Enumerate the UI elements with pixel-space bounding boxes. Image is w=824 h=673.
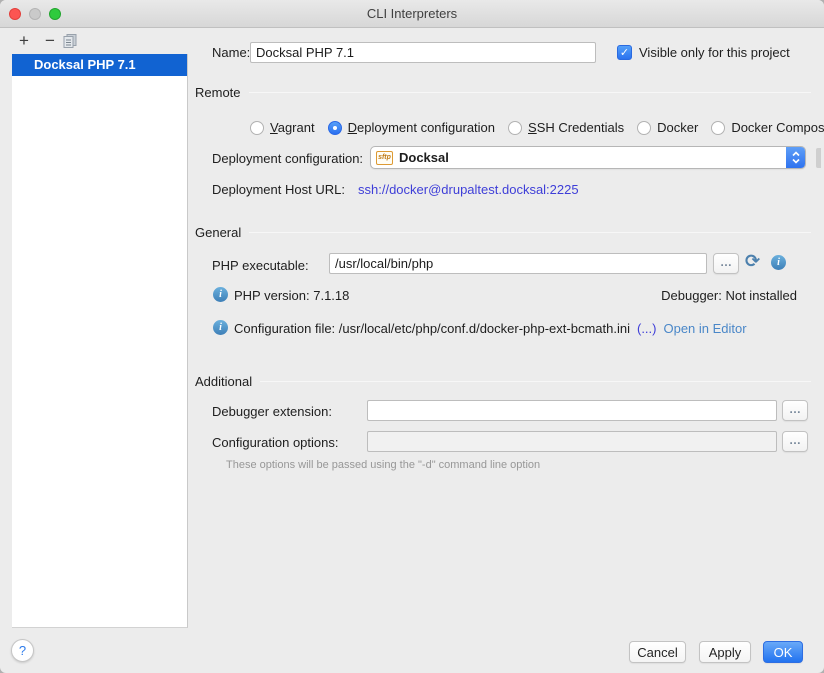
php-version-text: PHP version: 7.1.18 xyxy=(234,288,349,303)
section-additional-label: Additional xyxy=(195,374,252,389)
titlebar: CLI Interpreters xyxy=(0,0,824,28)
cancel-button[interactable]: Cancel xyxy=(629,641,686,663)
radio-ssh-credentials[interactable]: SSH Credentials xyxy=(508,120,624,135)
ellipsis-icon: … xyxy=(789,433,801,447)
configuration-options-label: Configuration options: xyxy=(212,435,338,450)
configuration-options-input[interactable] xyxy=(367,431,777,452)
radio-docker-compose[interactable]: Docker Compose xyxy=(711,120,824,135)
php-executable-label: PHP executable: xyxy=(212,258,309,273)
sftp-server-icon: sftp xyxy=(376,151,393,165)
zoom-window-button[interactable] xyxy=(49,8,61,20)
ellipsis-icon: … xyxy=(789,402,801,416)
php-executable-browse-button[interactable]: … xyxy=(713,253,739,274)
show-phpinfo-icon[interactable]: i xyxy=(771,255,786,270)
radio-vagrant-label: Vagrant xyxy=(270,120,315,135)
window-title: CLI Interpreters xyxy=(0,0,824,28)
php-executable-input[interactable] xyxy=(329,253,707,274)
remote-type-radio-group: Vagrant Deployment configuration SSH Cre… xyxy=(250,120,824,135)
duplicate-interpreter-button[interactable] xyxy=(62,33,82,53)
configuration-options-hint: These options will be passed using the "… xyxy=(226,459,540,471)
remove-interpreter-button[interactable]: − xyxy=(40,31,60,51)
plus-icon: + xyxy=(19,31,29,50)
radio-deployment-configuration-label: Deployment configuration xyxy=(348,120,495,135)
name-label: Name: xyxy=(212,45,250,60)
section-general-label: General xyxy=(195,225,241,240)
radio-docker-label: Docker xyxy=(657,120,698,135)
radio-deployment-configuration[interactable]: Deployment configuration xyxy=(328,120,495,135)
radio-circle xyxy=(508,121,522,135)
interpreter-list: Docksal PHP 7.1 xyxy=(12,54,188,628)
debugger-extension-label: Debugger extension: xyxy=(212,404,332,419)
cli-interpreters-dialog: CLI Interpreters + − Docksal PHP 7.1 Nam… xyxy=(0,0,824,673)
debugger-status-text: Debugger: Not installed xyxy=(661,288,797,303)
visible-only-checkbox-label[interactable]: Visible only for this project xyxy=(639,45,790,60)
radio-vagrant[interactable]: Vagrant xyxy=(250,120,315,135)
radio-docker-compose-label: Docker Compose xyxy=(731,120,824,135)
minimize-window-button xyxy=(29,8,41,20)
deployment-host-url-label: Deployment Host URL: xyxy=(212,182,345,197)
section-remote: Remote xyxy=(195,84,811,100)
info-icon: i xyxy=(213,287,228,302)
deployment-configuration-select[interactable]: sftp Docksal xyxy=(370,146,806,169)
question-mark-icon: ? xyxy=(19,643,26,658)
close-window-button[interactable] xyxy=(9,8,21,20)
visible-only-checkbox[interactable]: ✓ xyxy=(617,45,632,60)
configuration-options-browse-button[interactable]: … xyxy=(782,431,808,452)
section-divider xyxy=(260,381,811,382)
section-divider xyxy=(249,232,811,233)
open-in-editor-link[interactable]: Open in Editor xyxy=(663,321,746,336)
radio-circle xyxy=(711,121,725,135)
section-additional: Additional xyxy=(195,373,811,389)
reload-phpinfo-icon[interactable]: ⟳ xyxy=(745,251,760,272)
deployment-host-url-link[interactable]: ssh://docker@drupaltest.docksal:2225 xyxy=(358,182,579,197)
copy-icon xyxy=(62,33,82,49)
minus-icon: − xyxy=(45,31,55,50)
debugger-extension-input[interactable] xyxy=(367,400,777,421)
help-button[interactable]: ? xyxy=(11,639,34,662)
radio-docker[interactable]: Docker xyxy=(637,120,698,135)
clipped-browse-button[interactable] xyxy=(816,148,821,168)
name-input[interactable] xyxy=(250,42,596,63)
section-remote-label: Remote xyxy=(195,85,241,100)
add-interpreter-button[interactable]: + xyxy=(14,31,34,51)
configuration-file-more-link[interactable]: (...) xyxy=(637,321,657,336)
apply-button[interactable]: Apply xyxy=(699,641,751,663)
radio-circle-selected xyxy=(328,121,342,135)
configuration-file-text: Configuration file: /usr/local/etc/php/c… xyxy=(234,321,630,336)
ok-button[interactable]: OK xyxy=(763,641,803,663)
chevron-up-down-icon xyxy=(786,147,805,168)
debugger-extension-browse-button[interactable]: … xyxy=(782,400,808,421)
configuration-file-row: Configuration file: /usr/local/etc/php/c… xyxy=(234,321,747,336)
check-icon: ✓ xyxy=(620,46,629,59)
list-item-interpreter[interactable]: Docksal PHP 7.1 xyxy=(12,54,187,76)
section-divider xyxy=(249,92,811,93)
section-general: General xyxy=(195,224,811,240)
info-icon: i xyxy=(213,320,228,335)
ellipsis-icon: … xyxy=(720,255,732,269)
deployment-configuration-value: Docksal xyxy=(399,150,449,165)
traffic-lights xyxy=(9,8,61,20)
radio-circle xyxy=(637,121,651,135)
radio-circle xyxy=(250,121,264,135)
radio-ssh-credentials-label: SSH Credentials xyxy=(528,120,624,135)
deployment-configuration-label: Deployment configuration: xyxy=(212,151,363,166)
